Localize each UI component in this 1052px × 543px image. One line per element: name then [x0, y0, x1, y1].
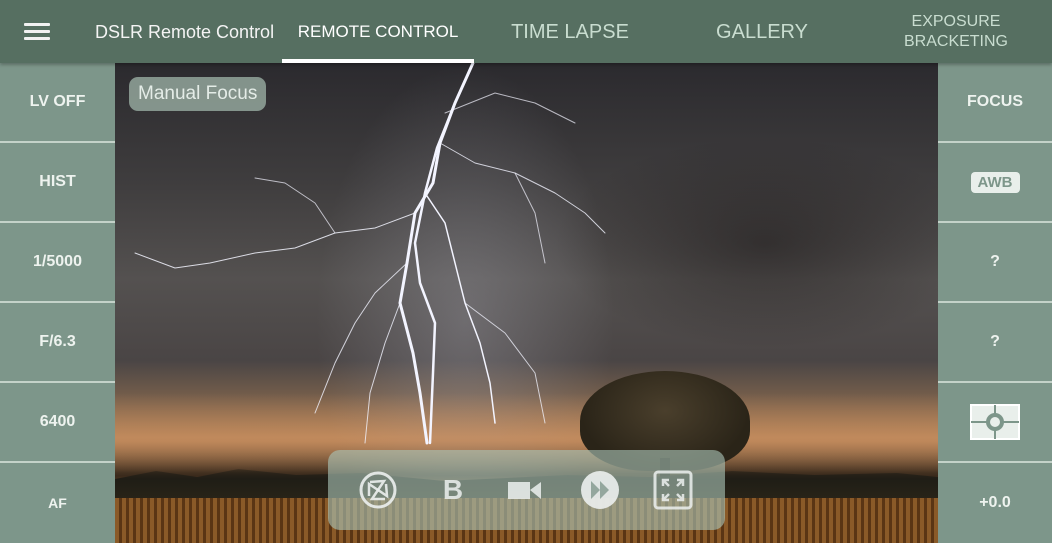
app-title: DSLR Remote Control: [95, 22, 275, 42]
bulb-mode-label: B: [442, 474, 464, 505]
histogram-label: HIST: [39, 173, 76, 190]
shutter-icon[interactable]: [358, 470, 398, 510]
iso-value: 6400: [39, 413, 76, 430]
awb-badge: AWB: [970, 171, 1020, 193]
aperture-button[interactable]: F/6.3: [0, 303, 115, 383]
metering-mode-icon: [970, 404, 1020, 440]
video-camera-icon[interactable]: [505, 470, 545, 510]
exposure-compensation-button[interactable]: +0.0: [938, 463, 1052, 543]
capture-controls-bar: B: [328, 450, 725, 530]
metering-mode-button[interactable]: [938, 383, 1052, 463]
unknown-setting-value: ?: [990, 253, 1000, 270]
fullscreen-icon[interactable]: [653, 470, 693, 510]
shutter-speed-button[interactable]: 1/5000: [0, 223, 115, 303]
hamburger-menu-icon[interactable]: [24, 22, 50, 42]
live-view-label: LV OFF: [29, 93, 86, 110]
tab-remote-control[interactable]: REMOTE CONTROL: [282, 0, 474, 63]
focus-button[interactable]: FOCUS: [938, 63, 1052, 143]
tab-label: GALLERY: [716, 20, 808, 43]
focus-label: FOCUS: [967, 93, 1023, 110]
left-settings-panel: LV OFF HIST 1/5000 F/6.3 6400 AF: [0, 63, 115, 543]
unknown-setting-button-2[interactable]: ?: [938, 303, 1052, 383]
tab-label: REMOTE CONTROL: [297, 21, 459, 41]
tab-gallery[interactable]: GALLERY: [666, 0, 858, 63]
unknown-setting-value: ?: [990, 333, 1000, 350]
top-app-bar: DSLR Remote Control REMOTE CONTROL TIME …: [0, 0, 1052, 63]
tab-exposure-bracketing[interactable]: EXPOSURE BRACKETING: [895, 0, 1017, 63]
autofocus-button[interactable]: AF: [0, 463, 115, 543]
tab-label: TIME LAPSE: [511, 20, 629, 43]
right-settings-panel: FOCUS AWB ? ? +0.0: [938, 63, 1052, 543]
live-view-toggle-button[interactable]: LV OFF: [0, 63, 115, 143]
tab-time-lapse[interactable]: TIME LAPSE: [474, 0, 666, 63]
white-balance-button[interactable]: AWB: [938, 143, 1052, 223]
shutter-speed-value: 1/5000: [33, 253, 82, 270]
active-tab-indicator: [282, 59, 474, 63]
live-view-image[interactable]: Manual Focus B: [115, 63, 938, 543]
tab-label: EXPOSURE BRACKETING: [903, 12, 1008, 50]
fast-forward-icon[interactable]: [580, 470, 620, 510]
unknown-setting-button-1[interactable]: ?: [938, 223, 1052, 303]
manual-focus-chip[interactable]: Manual Focus: [129, 77, 267, 111]
exposure-compensation-value: +0.0: [979, 494, 1011, 511]
bulb-mode-button[interactable]: B: [433, 470, 473, 510]
aperture-value: F/6.3: [39, 333, 76, 350]
autofocus-label: AF: [48, 495, 67, 511]
iso-button[interactable]: 6400: [0, 383, 115, 463]
histogram-button[interactable]: HIST: [0, 143, 115, 223]
